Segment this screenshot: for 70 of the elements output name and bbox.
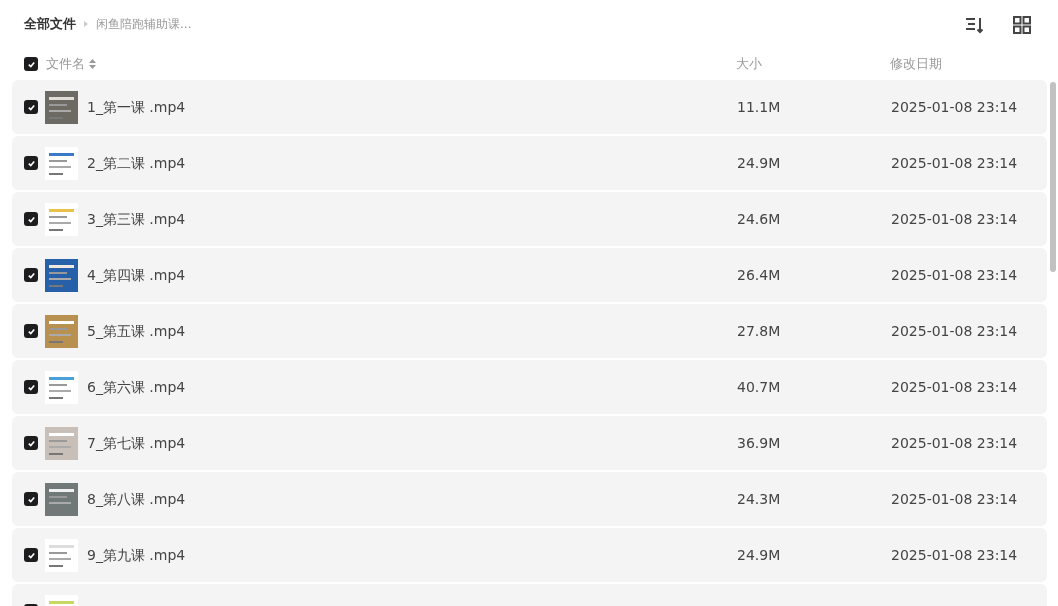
- video-thumbnail: [45, 90, 78, 124]
- file-name[interactable]: 5_第五课 .mp4: [87, 322, 186, 339]
- modified-date: 2025-01-08 23:14: [891, 210, 1018, 227]
- file-row[interactable]: 2_第二课 .mp4 24.9M 2025-01-08 23:14: [12, 136, 1047, 190]
- modified-date: 2025-01-08 23:14: [891, 322, 1018, 339]
- checkmark-icon: [26, 214, 36, 224]
- file-row[interactable]: 7_第七课 .mp4 36.9M 2025-01-08 23:14: [12, 416, 1047, 470]
- checkmark-icon: [26, 382, 36, 392]
- video-thumbnail: [45, 258, 78, 292]
- file-name[interactable]: 1_第一课 .mp4: [87, 98, 186, 115]
- checkmark-icon: [26, 270, 36, 280]
- breadcrumb-link[interactable]: 全部文件: [24, 14, 76, 34]
- checkbox[interactable]: [24, 492, 38, 506]
- checkmark-icon: [26, 550, 36, 560]
- video-thumbnail: [45, 146, 78, 180]
- modified-date: 2025-01-08 23:14: [891, 98, 1018, 115]
- modified-date: 2025-01-08 23:14: [891, 266, 1018, 283]
- modified-date: 2025-01-08 23:14: [891, 490, 1018, 507]
- checkbox[interactable]: [24, 100, 38, 114]
- file-row[interactable]: 9_第九课 .mp4 24.9M 2025-01-08 23:14: [12, 528, 1047, 582]
- file-size: 27.8M: [737, 322, 781, 339]
- checkmark-icon: [26, 158, 36, 168]
- chevron-icon: [84, 21, 88, 27]
- video-thumbnail: [45, 482, 78, 516]
- checkbox[interactable]: [24, 268, 38, 282]
- modified-date: 2025-01-08 23:14: [891, 378, 1018, 395]
- select-all-checkbox[interactable]: [24, 57, 38, 71]
- file-size: 36.9M: [737, 434, 781, 451]
- file-name[interactable]: 2_第二课 .mp4: [87, 154, 186, 171]
- video-thumbnail: [45, 370, 78, 404]
- file-row[interactable]: 5_第五课 .mp4 27.8M 2025-01-08 23:14: [12, 304, 1047, 358]
- file-size: 24.9M: [737, 154, 781, 171]
- checkbox[interactable]: [24, 324, 38, 338]
- video-thumbnail: [45, 426, 78, 460]
- file-row[interactable]: 8_第八课 .mp4 24.3M 2025-01-08 23:14: [12, 472, 1047, 526]
- checkbox[interactable]: [24, 548, 38, 562]
- modified-date: 2025-01-08 23:14: [891, 546, 1018, 563]
- checkmark-icon: [26, 102, 36, 112]
- file-size: 24.3M: [737, 490, 781, 507]
- modified-date: 2025-01-08 23:14: [891, 434, 1018, 451]
- file-row[interactable]: 1_第一课 .mp4 11.1M 2025-01-08 23:14: [12, 80, 1047, 134]
- file-name[interactable]: 9_第九课 .mp4: [87, 546, 186, 563]
- video-thumbnail: [45, 314, 78, 348]
- video-thumbnail: [45, 538, 78, 572]
- checkbox[interactable]: [24, 212, 38, 226]
- file-size: 24.9M: [737, 546, 781, 563]
- file-row[interactable]: 3_第三课 .mp4 24.6M 2025-01-08 23:14: [12, 192, 1047, 246]
- scrollbar-thumb[interactable]: [1050, 82, 1056, 272]
- breadcrumb-current: 闲鱼陪跑辅助课...: [96, 16, 192, 33]
- checkbox[interactable]: [24, 156, 38, 170]
- checkmark-icon: [26, 438, 36, 448]
- checkmark-icon: [26, 326, 36, 336]
- video-thumbnail: [45, 202, 78, 236]
- file-row[interactable]: 6_第六课 .mp4 40.7M 2025-01-08 23:14: [12, 360, 1047, 414]
- file-name[interactable]: 4_第四课 .mp4: [87, 266, 186, 283]
- file-size: 26.4M: [737, 266, 781, 283]
- file-name[interactable]: 6_第六课 .mp4: [87, 378, 186, 395]
- file-name[interactable]: 7_第七课 .mp4: [87, 434, 186, 451]
- checkbox[interactable]: [24, 380, 38, 394]
- file-name[interactable]: 8_第八课 .mp4: [87, 490, 186, 507]
- sort-arrows-icon[interactable]: [89, 59, 96, 69]
- file-size: 24.6M: [737, 210, 781, 227]
- file-size: 40.7M: [737, 378, 781, 395]
- modified-date: 2025-01-08 23:14: [891, 154, 1018, 171]
- file-size: 11.1M: [737, 98, 781, 115]
- checkmark-icon: [26, 494, 36, 504]
- checkmark-icon: [26, 59, 36, 69]
- file-row[interactable]: 4_第四课 .mp4 26.4M 2025-01-08 23:14: [12, 248, 1047, 302]
- file-name[interactable]: 3_第三课 .mp4: [87, 210, 186, 227]
- checkbox[interactable]: [24, 436, 38, 450]
